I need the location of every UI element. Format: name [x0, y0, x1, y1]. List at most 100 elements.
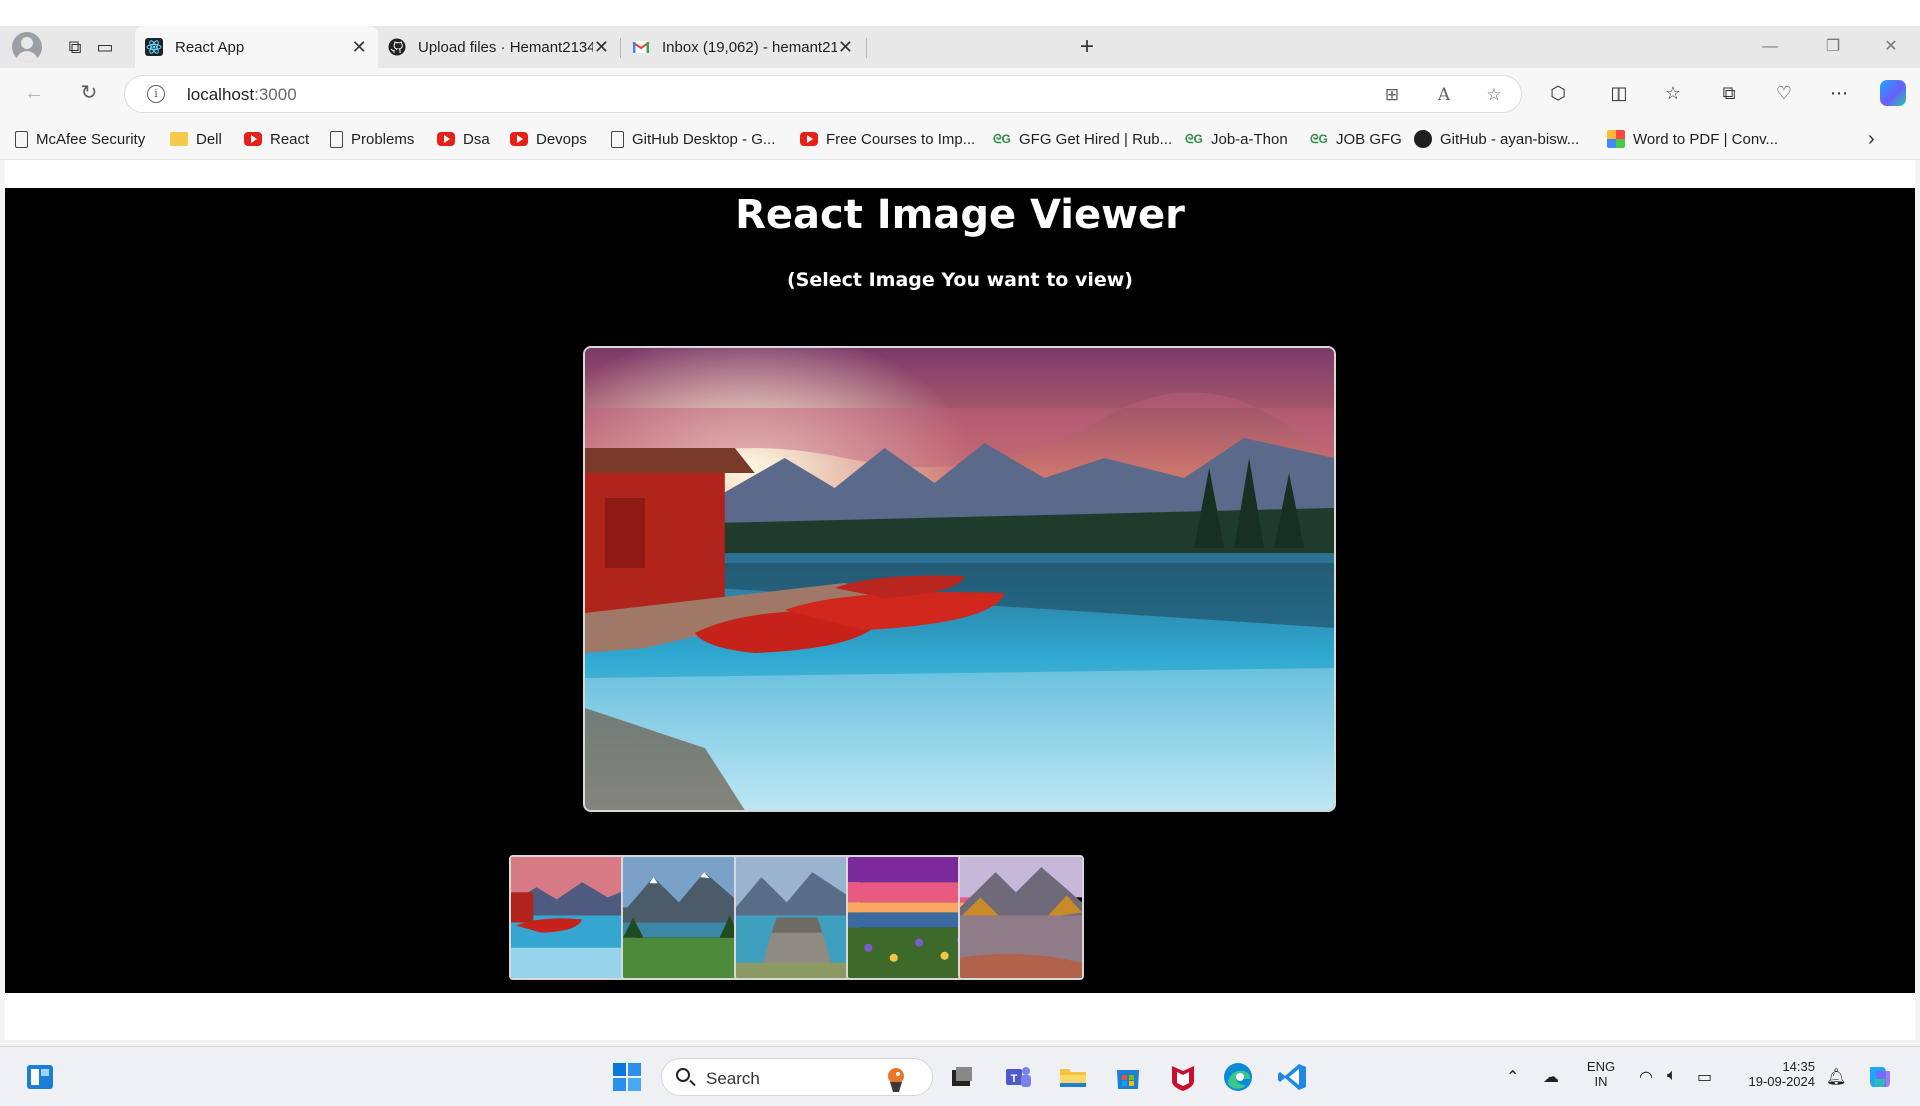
split-screen-icon[interactable]: ◫: [1607, 81, 1631, 105]
bookmark-word-to-pdf[interactable]: Word to PDF | Conv...: [1607, 128, 1778, 150]
url-port: :3000: [254, 85, 297, 104]
language-code: ENG: [1586, 1059, 1616, 1074]
windows-start-icon[interactable]: [611, 1061, 643, 1093]
bookmark-github-desktop[interactable]: GitHub Desktop - G...: [611, 128, 775, 150]
close-window-icon[interactable]: ✕: [1880, 36, 1902, 58]
wifi-icon[interactable]: ◠: [1639, 1067, 1653, 1087]
bookmark-label: Job-a-Thon: [1211, 130, 1288, 148]
task-view-icon[interactable]: [946, 1061, 978, 1093]
thumbnail-autumn-lake[interactable]: [958, 855, 1084, 980]
profile-avatar-icon[interactable]: [12, 32, 42, 62]
bookmark-label: Devops: [536, 130, 587, 148]
bookmark-gfg-get-hired[interactable]: ᘓG GFG Get Hired | Rub...: [993, 128, 1172, 150]
vscode-icon[interactable]: [1277, 1061, 1309, 1093]
chevron-up-icon[interactable]: ⌃: [1506, 1067, 1519, 1087]
taskbar-search[interactable]: Search: [661, 1058, 933, 1096]
tab-title: Inbox (19,062) - hemant2134@gm: [662, 38, 837, 56]
window-top-strip: [0, 0, 1920, 26]
bookmark-free-courses[interactable]: Free Courses to Imp...: [800, 128, 975, 150]
extensions-icon[interactable]: ⬡: [1546, 81, 1570, 105]
browser-essentials-icon[interactable]: ♡: [1772, 81, 1796, 105]
more-menu-icon[interactable]: ⋯: [1827, 81, 1851, 105]
teams-icon[interactable]: T: [1002, 1061, 1034, 1093]
bookmark-react[interactable]: React: [244, 128, 309, 150]
copilot-taskbar-icon[interactable]: [1864, 1061, 1896, 1093]
page-icon: [611, 130, 624, 148]
page-icon: [15, 130, 28, 148]
language-indicator[interactable]: ENG IN: [1580, 1059, 1622, 1089]
main-image-display: [583, 346, 1336, 812]
bookmark-label: GFG Get Hired | Rub...: [1019, 130, 1173, 148]
bookmark-dsa[interactable]: Dsa: [437, 128, 490, 150]
close-tab-icon[interactable]: ✕: [837, 37, 854, 58]
reload-icon[interactable]: ↻: [76, 80, 102, 106]
tab-upload-files[interactable]: Upload files · Hemant2134/Image ✕: [378, 26, 620, 68]
url-host: localhost: [187, 85, 255, 104]
gfg-icon: ᘓG: [1185, 132, 1203, 146]
new-tab-button[interactable]: +: [1075, 35, 1099, 59]
workspaces-icon[interactable]: ⧉: [63, 35, 87, 59]
bookmark-label: Word to PDF | Conv...: [1633, 130, 1779, 148]
image-viewer-app: React Image Viewer (Select Image You wan…: [5, 188, 1915, 993]
bookmark-label: GitHub Desktop - G...: [632, 130, 776, 148]
search-label: Search: [706, 1069, 760, 1088]
favorites-icon[interactable]: ☆: [1661, 81, 1685, 105]
microsoft-store-icon[interactable]: [1112, 1061, 1144, 1093]
bookmark-github-ayan[interactable]: GitHub - ayan-bisw...: [1414, 128, 1579, 150]
tab-separator: [620, 38, 621, 58]
back-arrow-icon[interactable]: ←: [21, 80, 47, 106]
lake-boats-image: [585, 348, 1334, 810]
bookmark-label: JOB GFG: [1336, 130, 1402, 148]
tab-actions-icon[interactable]: ▭: [93, 35, 117, 59]
bookmark-mcafee[interactable]: McAfee Security: [15, 128, 145, 150]
bookmark-job-gfg[interactable]: ᘓG JOB GFG: [1310, 128, 1402, 150]
page-title: React Image Viewer: [735, 192, 1185, 238]
gfg-icon: ᘓG: [1310, 132, 1328, 146]
page-viewport: React Image Viewer (Select Image You wan…: [5, 160, 1915, 1040]
close-tab-icon[interactable]: ✕: [350, 37, 368, 58]
thumbnail-mountain-valley[interactable]: [621, 855, 747, 980]
bookmark-problems[interactable]: Problems: [330, 128, 414, 150]
bookmark-dell[interactable]: Dell: [170, 128, 222, 150]
youtube-icon: [437, 132, 455, 146]
restore-icon[interactable]: ❐: [1822, 36, 1844, 58]
tab-separator: [866, 38, 867, 58]
app-available-icon[interactable]: ⊞: [1381, 84, 1403, 106]
clock[interactable]: 14:35 19-09-2024: [1735, 1059, 1816, 1089]
gfg-icon: ᘓG: [993, 132, 1011, 146]
thumbnail-wildflower-sunset[interactable]: [846, 855, 972, 980]
file-explorer-icon[interactable]: [1057, 1061, 1089, 1093]
search-highlight-icon: [888, 1068, 904, 1092]
edge-browser-icon[interactable]: [1222, 1061, 1254, 1093]
tab-inbox[interactable]: Inbox (19,062) - hemant2134@gm ✕: [622, 26, 864, 68]
tab-react-app[interactable]: React App ✕: [135, 26, 378, 68]
read-aloud-icon[interactable]: A: [1433, 84, 1455, 106]
tab-bar: ⧉ ▭ React App ✕ Upload files · Hemant213…: [0, 26, 1920, 68]
address-bar[interactable]: i localhost:3000 ⊞ A ☆: [124, 75, 1522, 113]
collections-icon[interactable]: ⧉: [1717, 81, 1741, 105]
youtube-icon: [244, 132, 262, 146]
onedrive-icon[interactable]: ☁: [1543, 1067, 1559, 1087]
url-text[interactable]: localhost:3000: [187, 85, 297, 105]
folder-icon: [170, 132, 188, 146]
github-favicon-icon: [388, 38, 406, 56]
notification-bell-icon[interactable]: 🔔︎: [1826, 1067, 1846, 1087]
bookmark-job-a-thon[interactable]: ᘓG Job-a-Thon: [1185, 128, 1288, 150]
battery-icon[interactable]: ▭: [1697, 1067, 1712, 1087]
chevron-right-icon[interactable]: ›: [1868, 128, 1875, 151]
page-subtitle: (Select Image You want to view): [787, 269, 1133, 291]
thumbnail-lake-boats[interactable]: [509, 855, 635, 980]
volume-icon[interactable]: 🔈︎: [1667, 1067, 1677, 1085]
mcafee-icon[interactable]: [1167, 1061, 1199, 1093]
favorite-star-icon[interactable]: ☆: [1483, 84, 1505, 106]
thumbnail-lake-pier[interactable]: [734, 855, 860, 980]
bookmark-label: McAfee Security: [36, 130, 146, 148]
close-tab-icon[interactable]: ✕: [593, 37, 610, 58]
bookmarks-bar: McAfee Security Dell React Problems Dsa …: [0, 118, 1920, 160]
copilot-icon[interactable]: [1880, 80, 1906, 106]
bookmark-devops[interactable]: Devops: [510, 128, 587, 150]
widgets-icon[interactable]: [24, 1061, 56, 1093]
word-to-pdf-icon: [1607, 130, 1625, 148]
minimize-icon[interactable]: —: [1759, 36, 1781, 58]
site-info-icon[interactable]: i: [147, 85, 165, 103]
